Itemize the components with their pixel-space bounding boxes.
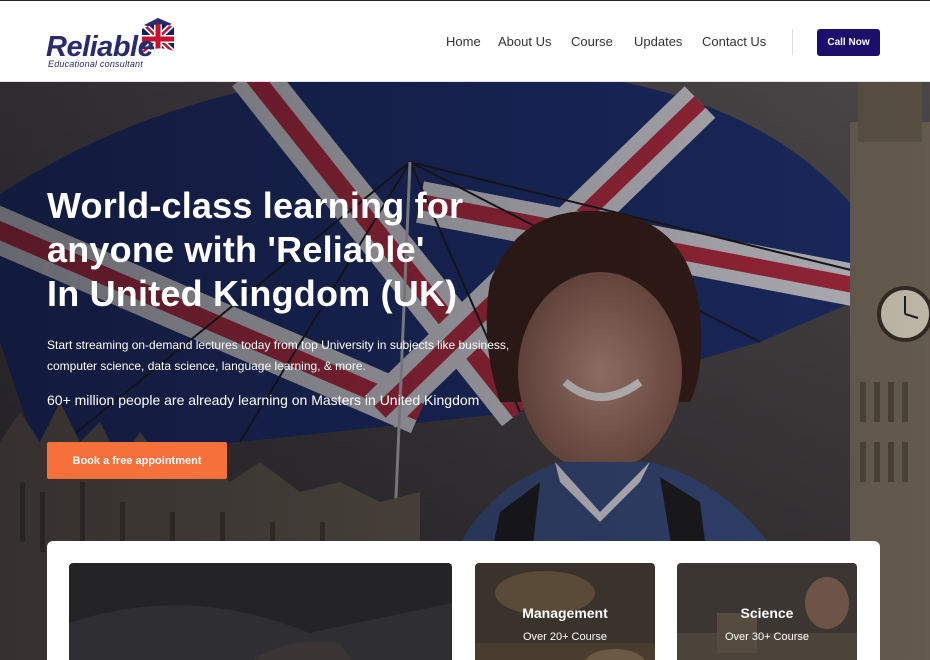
course-card-subtitle: Over 20+ Course [522, 631, 608, 643]
hero-section: World-class learning for anyone with 'Re… [0, 82, 930, 660]
course-cards-panel: Management Over 20+ Course Science Over … [47, 541, 880, 660]
course-card-management[interactable]: Management Over 20+ Course [475, 563, 655, 660]
course-card-featured[interactable] [69, 563, 452, 660]
main-nav: Home About Us Course Updates Contact Us [0, 34, 930, 50]
course-card-title: Science [740, 605, 794, 621]
hero-title: World-class learning for anyone with 'Re… [47, 184, 567, 316]
nav-about-us[interactable]: About Us [498, 34, 551, 49]
call-now-button[interactable]: Call Now [817, 29, 880, 56]
site-header: Reliable Educational consultant Home Abo… [0, 0, 930, 82]
hero-stat: 60+ million people are already learning … [47, 392, 480, 408]
nav-divider [792, 29, 793, 55]
hero-title-line: In United Kingdom (UK) [47, 273, 458, 314]
course-card-subtitle: Over 30+ Course [724, 631, 810, 643]
nav-updates[interactable]: Updates [634, 34, 682, 49]
brand-tagline: Educational consultant [48, 59, 143, 69]
hero-title-line: anyone with 'Reliable' [47, 229, 425, 270]
book-appointment-button[interactable]: Book a free appointment [47, 442, 227, 479]
course-card-science[interactable]: Science Over 30+ Course [677, 563, 857, 660]
nav-home[interactable]: Home [446, 34, 481, 49]
course-card-title: Management [522, 605, 608, 621]
course-card-image [69, 563, 452, 660]
hero-title-line: World-class learning for [47, 185, 464, 226]
nav-contact-us[interactable]: Contact Us [702, 34, 766, 49]
hero-description: Start streaming on-demand lectures today… [47, 338, 510, 373]
nav-course[interactable]: Course [571, 34, 613, 49]
